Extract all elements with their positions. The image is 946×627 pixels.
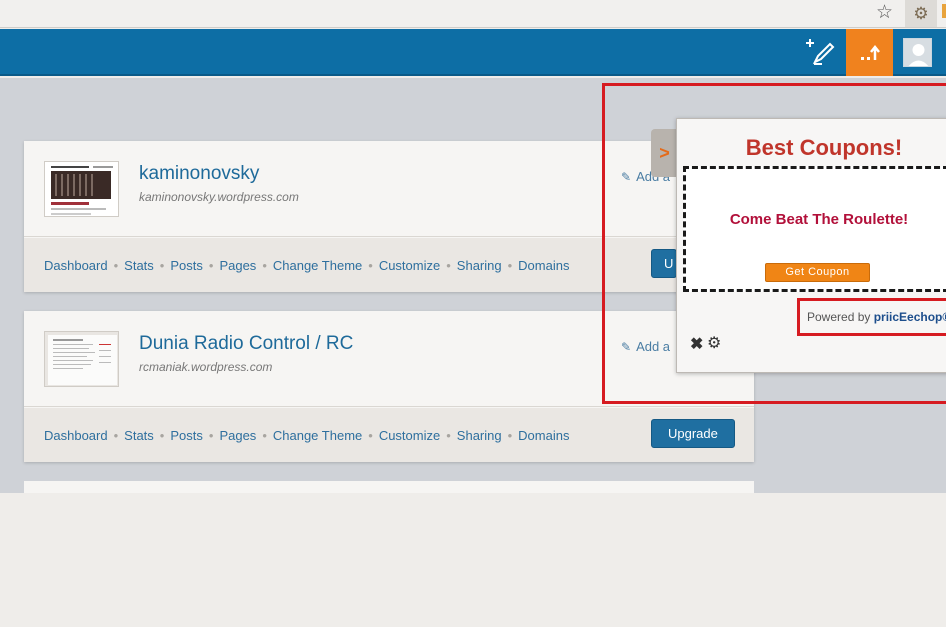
link-customize[interactable]: Customize <box>379 428 440 443</box>
link-sharing[interactable]: Sharing <box>457 258 502 273</box>
separator: • <box>446 258 451 273</box>
link-domains[interactable]: Domains <box>518 428 569 443</box>
link-customize[interactable]: Customize <box>379 258 440 273</box>
site-name[interactable]: Dunia Radio Control / RC <box>139 333 353 355</box>
separator: • <box>208 258 214 273</box>
write-post-icon[interactable] <box>805 37 837 67</box>
separator: • <box>113 258 119 273</box>
avatar[interactable] <box>903 38 932 67</box>
link-change-theme[interactable]: Change Theme <box>273 258 362 273</box>
browser-toolbar: ☆ ⚙ <box>0 0 946 28</box>
link-stats[interactable]: Stats <box>124 258 154 273</box>
separator: • <box>507 258 513 273</box>
separator: • <box>208 428 214 443</box>
site-thumbnail[interactable] <box>44 331 119 387</box>
link-dashboard[interactable]: Dashboard <box>44 258 108 273</box>
separator: • <box>159 258 165 273</box>
link-stats[interactable]: Stats <box>124 428 154 443</box>
site-card <box>24 481 754 493</box>
page-background <box>0 493 946 627</box>
separator: • <box>368 428 373 443</box>
site-links: Dashboard • Stats • Posts • Pages • Change Theme… <box>44 428 569 443</box>
upgrade-button[interactable]: Upgrade <box>651 419 735 448</box>
separator: • <box>159 428 165 443</box>
link-posts[interactable]: Posts <box>170 258 203 273</box>
extension-button[interactable]: ⚙ <box>905 0 937 27</box>
highlight-box <box>797 298 946 336</box>
link-dashboard[interactable]: Dashboard <box>44 428 108 443</box>
admin-bar <box>0 29 946 76</box>
gear-icon: ⚙ <box>913 3 929 23</box>
separator: • <box>262 258 267 273</box>
link-posts[interactable]: Posts <box>170 428 203 443</box>
site-links: Dashboard • Stats • Posts • Pages • Change Theme… <box>44 258 569 273</box>
separator: • <box>262 428 267 443</box>
site-thumbnail[interactable] <box>44 161 119 217</box>
link-pages[interactable]: Pages <box>219 258 256 273</box>
separator: • <box>446 428 451 443</box>
link-domains[interactable]: Domains <box>518 258 569 273</box>
separator: • <box>113 428 119 443</box>
highlight-box <box>602 83 946 404</box>
extension-overflow-icon[interactable] <box>942 4 946 18</box>
notifications-icon[interactable] <box>846 29 893 76</box>
link-pages[interactable]: Pages <box>219 428 256 443</box>
separator: • <box>507 428 513 443</box>
site-name[interactable]: kaminonovsky <box>139 163 259 185</box>
bookmark-star-icon[interactable]: ☆ <box>876 3 893 23</box>
site-url[interactable]: rcmaniak.wordpress.com <box>139 360 272 374</box>
site-url[interactable]: kaminonovsky.wordpress.com <box>139 190 299 204</box>
link-sharing[interactable]: Sharing <box>457 428 502 443</box>
separator: • <box>368 258 373 273</box>
link-change-theme[interactable]: Change Theme <box>273 428 362 443</box>
site-card-footer: Dashboard • Stats • Posts • Pages • Change Theme… <box>24 408 754 462</box>
